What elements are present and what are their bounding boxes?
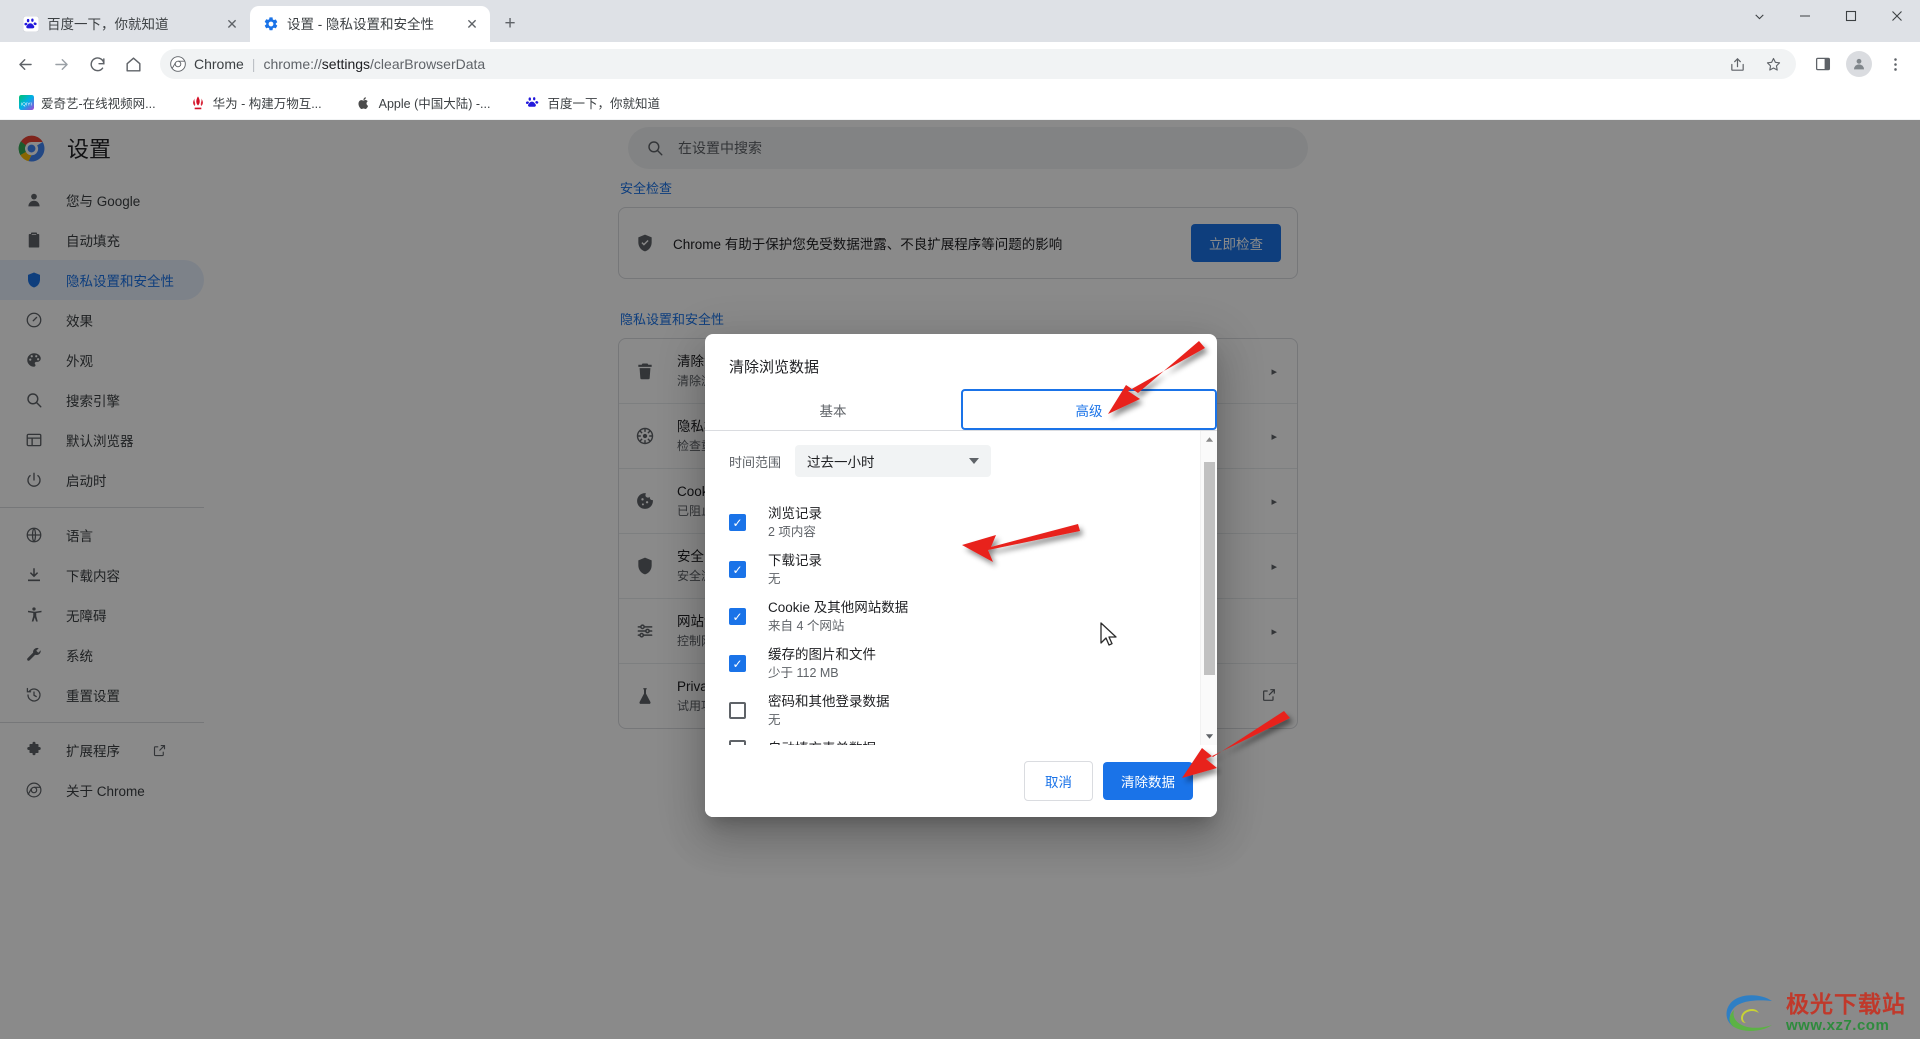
bookmark-baidu[interactable]: 百度一下，你就知道 — [516, 89, 668, 116]
iqiyi-icon: iQIYI — [18, 95, 34, 111]
dialog-scrollbar[interactable] — [1200, 431, 1217, 745]
checkbox-subtitle: 无 — [768, 572, 781, 586]
huawei-icon — [190, 95, 206, 111]
home-button[interactable] — [116, 47, 150, 81]
omnibox-chrome-label: Chrome — [194, 56, 244, 72]
cancel-button[interactable]: 取消 — [1024, 761, 1093, 801]
maximize-button[interactable] — [1828, 0, 1874, 32]
checkbox-title: 缓存的图片和文件 — [768, 647, 876, 662]
apple-icon — [356, 95, 372, 111]
gear-icon — [262, 16, 279, 33]
checkbox-subtitle: 少于 112 MB — [768, 666, 839, 680]
browser-window: 百度一下，你就知道 ✕ 设置 - 隐私设置和安全性 ✕ + Chrome | c… — [0, 0, 1920, 1039]
check-icon: ✓ — [732, 562, 743, 577]
watermark-logo-icon — [1722, 993, 1778, 1033]
reload-button[interactable] — [80, 47, 114, 81]
omnibox-url: chrome://settings/clearBrowserData — [263, 56, 486, 72]
new-tab-button[interactable]: + — [496, 10, 524, 38]
bookmark-huawei[interactable]: 华为 - 构建万物互... — [182, 89, 330, 116]
checkbox-item-autofill-form-data[interactable]: 自动填充表单数据 — [729, 734, 1200, 745]
checkbox-title: 下载记录 — [768, 553, 822, 568]
dialog-title: 清除浏览数据 — [729, 359, 820, 376]
tab-close-button[interactable]: ✕ — [462, 14, 482, 34]
clear-data-button[interactable]: 清除数据 — [1103, 762, 1193, 800]
watermark-cn-text: 极光下载站 — [1786, 991, 1906, 1017]
tab-title: 设置 - 隐私设置和安全性 — [287, 16, 434, 32]
scroll-down-arrow-icon[interactable] — [1201, 728, 1218, 745]
browser-toolbar: Chrome | chrome://settings/clearBrowserD… — [0, 42, 1920, 86]
check-icon: ✓ — [732, 515, 743, 530]
tab-baidu[interactable]: 百度一下，你就知道 ✕ — [10, 6, 250, 42]
tab-settings[interactable]: 设置 - 隐私设置和安全性 ✕ — [250, 6, 490, 42]
omnibox-actions — [1720, 47, 1790, 81]
baidu-paw-icon — [22, 16, 39, 33]
check-icon: ✓ — [732, 609, 743, 624]
svg-text:iQIYI: iQIYI — [21, 101, 32, 107]
checkbox-item-passwords[interactable]: 密码和其他登录数据 无 — [729, 687, 1200, 734]
bookmarks-bar: iQIYI 爱奇艺-在线视频网... 华为 - 构建万物互... Apple (… — [0, 86, 1920, 120]
clear-browsing-data-dialog: 清除浏览数据 基本 高级 时间范围 过去一小时 ✓ 浏览记录 2 项内容 ✓ 下… — [705, 334, 1217, 817]
star-icon[interactable] — [1756, 47, 1790, 81]
bookmark-label: 爱奇艺-在线视频网... — [41, 97, 156, 111]
baidu-paw-icon — [524, 95, 540, 111]
scroll-up-arrow-icon[interactable] — [1201, 431, 1218, 448]
dialog-scroll-area: 时间范围 过去一小时 ✓ 浏览记录 2 项内容 ✓ 下载记录 无 ✓ Cooki… — [705, 431, 1200, 745]
chrome-logo-icon — [170, 56, 186, 72]
dialog-tabs: 基本 高级 — [705, 389, 1217, 430]
bookmark-iqiyi[interactable]: iQIYI 爱奇艺-在线视频网... — [10, 89, 164, 116]
checkbox-item-cookies[interactable]: ✓ Cookie 及其他网站数据 来自 4 个网站 — [729, 593, 1200, 640]
tab-title: 百度一下，你就知道 — [47, 16, 169, 32]
forward-button[interactable] — [44, 47, 78, 81]
share-icon[interactable] — [1720, 47, 1754, 81]
checkbox[interactable] — [729, 702, 746, 719]
omnibox-separator: | — [251, 56, 256, 72]
time-range-label: 时间范围 — [729, 454, 782, 470]
close-button[interactable] — [1874, 0, 1920, 32]
back-button[interactable] — [8, 47, 42, 81]
address-bar[interactable]: Chrome | chrome://settings/clearBrowserD… — [160, 49, 1796, 79]
checkbox-title: 密码和其他登录数据 — [768, 694, 890, 709]
checkbox-item-cached-images[interactable]: ✓ 缓存的图片和文件 少于 112 MB — [729, 640, 1200, 687]
checkbox-item-download-history[interactable]: ✓ 下载记录 无 — [729, 546, 1200, 593]
checkbox-title: 浏览记录 — [768, 506, 822, 521]
time-range-select[interactable]: 过去一小时 — [795, 445, 992, 477]
dialog-footer: 取消 清除数据 — [705, 745, 1217, 817]
checkbox[interactable]: ✓ — [729, 514, 746, 531]
chevron-down-icon — [969, 458, 980, 464]
mouse-cursor — [1100, 622, 1117, 652]
tab-close-button[interactable]: ✕ — [222, 14, 242, 34]
tab-advanced[interactable]: 高级 — [961, 389, 1217, 430]
watermark: 极光下载站 www.xz7.com — [1722, 993, 1906, 1033]
checkbox-title: 自动填充表单数据 — [768, 739, 876, 745]
checkbox-subtitle: 无 — [768, 713, 781, 727]
bookmark-apple[interactable]: Apple (中国大陆) -... — [348, 89, 499, 116]
tab-search-chevron-down-icon[interactable] — [1736, 0, 1782, 32]
checkbox[interactable]: ✓ — [729, 561, 746, 578]
bookmark-label: Apple (中国大陆) -... — [378, 97, 491, 111]
avatar-icon[interactable] — [1842, 47, 1876, 81]
checkbox[interactable]: ✓ — [729, 655, 746, 672]
check-icon: ✓ — [732, 656, 743, 671]
three-dot-menu-icon[interactable] — [1878, 47, 1912, 81]
time-range-row: 时间范围 过去一小时 — [729, 445, 1200, 477]
scrollbar-thumb[interactable] — [1204, 462, 1215, 675]
time-range-value: 过去一小时 — [807, 455, 875, 470]
window-controls — [1736, 0, 1920, 42]
tab-basic[interactable]: 基本 — [705, 389, 961, 430]
scrollbar-track[interactable] — [1201, 448, 1217, 728]
checkbox-title: Cookie 及其他网站数据 — [768, 600, 909, 615]
checkbox-subtitle: 2 项内容 — [768, 525, 816, 539]
checkbox-item-browsing-history[interactable]: ✓ 浏览记录 2 项内容 — [729, 499, 1200, 546]
bookmark-label: 百度一下，你就知道 — [547, 97, 660, 111]
checkbox[interactable] — [729, 740, 746, 745]
checkbox[interactable]: ✓ — [729, 608, 746, 625]
side-panel-icon[interactable] — [1806, 47, 1840, 81]
minimize-button[interactable] — [1782, 0, 1828, 32]
watermark-url-text: www.xz7.com — [1786, 1017, 1890, 1034]
dialog-body: 时间范围 过去一小时 ✓ 浏览记录 2 项内容 ✓ 下载记录 无 ✓ Cooki… — [705, 431, 1217, 745]
bookmark-label: 华为 - 构建万物互... — [212, 97, 322, 111]
checkbox-subtitle: 来自 4 个网站 — [768, 619, 845, 633]
tab-strip: 百度一下，你就知道 ✕ 设置 - 隐私设置和安全性 ✕ + — [0, 0, 1920, 42]
